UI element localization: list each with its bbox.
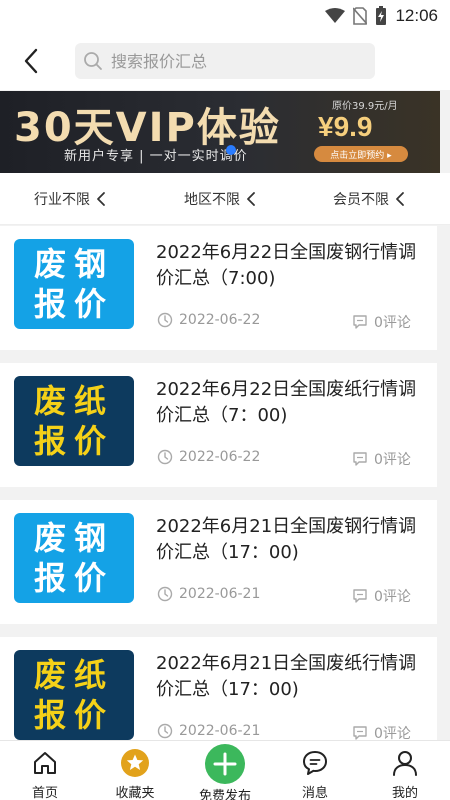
comments-count: 0评论 — [374, 589, 411, 605]
article-thumbnail: 废钢 报价 — [14, 239, 134, 329]
article-title: 2022年6月22日全国废纸行情调价汇总（7：00) — [156, 379, 417, 426]
article-thumbnail: 废纸 报价 — [14, 376, 134, 466]
nav-messages[interactable]: 消息 — [270, 741, 360, 800]
thumbnail-line: 报价 — [33, 285, 114, 323]
article-comments[interactable]: 0评论 — [352, 586, 411, 606]
chevron-left-icon — [396, 192, 404, 206]
article-card[interactable]: 废钢 报价 2022年6月22日全国废钢行情调价汇总（7:00) 2022-06… — [0, 226, 437, 350]
status-bar: 12:06 — [0, 0, 450, 32]
nav-label: 首页 — [31, 786, 58, 800]
thumbnail-line: 废纸 — [33, 656, 114, 694]
promo-banner[interactable]: 30天VIP体验 新用户专享 | 一对一实时调价 原价39.9元/月 ¥9.9 … — [0, 91, 440, 173]
user-icon — [389, 747, 421, 778]
plus-icon — [204, 743, 246, 785]
bottom-nav: 首页 收藏夹 免费发布 消息 我的 — [0, 740, 450, 800]
banner-subtitle: 新用户专享 | 一对一实时调价 — [64, 149, 248, 164]
nav-label: 收藏夹 — [115, 786, 155, 800]
search-icon — [84, 52, 102, 70]
banner-price: ¥9.9 — [318, 111, 373, 142]
chevron-left-icon — [247, 192, 255, 206]
article-card[interactable]: 废钢 报价 2022年6月21日全国废钢行情调价汇总（17：00) 2022-0… — [0, 500, 437, 624]
message-icon — [299, 747, 331, 778]
search-input[interactable] — [111, 51, 351, 71]
article-date: 2022-06-22 — [157, 312, 260, 328]
article-title: 2022年6月21日全国废钢行情调价汇总（17：00) — [156, 516, 417, 563]
comment-icon — [353, 452, 367, 466]
thumbnail-line: 废钢 — [33, 245, 114, 283]
thumbnail-line: 废纸 — [33, 382, 114, 420]
home-icon — [29, 747, 61, 778]
article-comments[interactable]: 0评论 — [352, 312, 411, 332]
clock-icon — [157, 312, 173, 328]
date-text: 2022-06-22 — [179, 449, 261, 465]
comment-icon — [353, 726, 367, 740]
date-text: 2022-06-21 — [179, 586, 261, 602]
date-text: 2022-06-22 — [179, 312, 261, 328]
nav-publish[interactable]: 免费发布 — [180, 741, 270, 800]
battery-charging-icon — [376, 6, 387, 25]
date-text: 2022-06-21 — [179, 723, 261, 739]
article-title: 2022年6月21日全国废纸行情调价汇总（17：00) — [156, 653, 417, 700]
clock-icon — [157, 449, 173, 465]
star-icon — [119, 747, 151, 778]
thumbnail-line: 废钢 — [33, 519, 114, 557]
nav-home[interactable]: 首页 — [0, 741, 90, 800]
chevron-left-icon — [97, 192, 105, 206]
carousel-indicator — [226, 145, 236, 155]
article-comments[interactable]: 0评论 — [352, 449, 411, 469]
article-date: 2022-06-21 — [157, 723, 260, 739]
filter-region[interactable]: 地区不限 — [184, 189, 256, 209]
article-date: 2022-06-21 — [157, 586, 260, 602]
thumbnail-line: 报价 — [33, 696, 114, 734]
filter-label: 地区不限 — [184, 192, 240, 208]
clock-icon — [157, 723, 173, 739]
nav-label: 消息 — [301, 786, 328, 800]
article-thumbnail: 废纸 报价 — [14, 650, 134, 740]
banner-cta-button[interactable]: 点击立即预约 ▸ — [314, 146, 408, 162]
comment-icon — [353, 589, 367, 603]
comments-count: 0评论 — [374, 315, 411, 331]
nav-label: 我的 — [391, 786, 418, 800]
status-time: 12:06 — [395, 6, 438, 25]
search-box[interactable] — [75, 43, 375, 79]
thumbnail-line: 报价 — [33, 422, 114, 460]
back-button[interactable] — [16, 46, 46, 76]
comment-icon — [353, 315, 367, 329]
filter-membership[interactable]: 会员不限 — [333, 189, 405, 209]
thumbnail-line: 报价 — [33, 559, 114, 597]
header — [0, 32, 450, 90]
clock-icon — [157, 586, 173, 602]
filter-bar: 行业不限 地区不限 会员不限 — [0, 173, 450, 225]
article-thumbnail: 废钢 报价 — [14, 513, 134, 603]
comments-count: 0评论 — [374, 452, 411, 468]
article-title: 2022年6月22日全国废钢行情调价汇总（7:00) — [156, 242, 417, 289]
filter-industry[interactable]: 行业不限 — [34, 189, 106, 209]
nav-favorites[interactable]: 收藏夹 — [90, 741, 180, 800]
wifi-icon — [325, 8, 346, 23]
article-date: 2022-06-22 — [157, 449, 260, 465]
article-card[interactable]: 废纸 报价 2022年6月22日全国废纸行情调价汇总（7：00) 2022-06… — [0, 363, 437, 487]
filter-label: 行业不限 — [34, 192, 90, 208]
status-icons: 12:06 — [325, 6, 438, 26]
no-sim-icon — [353, 7, 368, 25]
nav-profile[interactable]: 我的 — [360, 741, 450, 800]
nav-label: 免费发布 — [198, 789, 251, 800]
banner-original-price: 原价39.9元/月 — [332, 101, 398, 112]
back-arrow-icon — [24, 48, 38, 74]
filter-label: 会员不限 — [333, 192, 389, 208]
